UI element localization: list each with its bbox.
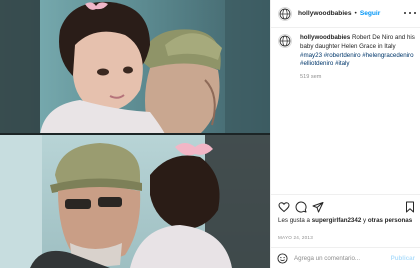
caption-username-link[interactable]: hollywoodbabies bbox=[300, 34, 350, 41]
emoji-icon[interactable] bbox=[277, 252, 288, 264]
profile-avatar[interactable] bbox=[278, 6, 292, 21]
likes-others-link[interactable]: otras personas bbox=[368, 217, 412, 224]
likes-joiner: y bbox=[363, 217, 367, 224]
likes-user-link[interactable]: supergirlfan2342 bbox=[312, 217, 362, 224]
post-date: MAYO 24, 2013 bbox=[278, 235, 313, 240]
globe-logo-icon bbox=[279, 8, 291, 19]
likes-summary: Les gusta a supergirlfan2342 y otras per… bbox=[278, 217, 418, 226]
comment-bar: Publicar bbox=[271, 247, 420, 268]
photo-bottom-art bbox=[0, 135, 270, 268]
post-side-panel: hollywoodbabies • Seguir hollywoodbabies… bbox=[270, 0, 420, 268]
more-options-icon[interactable] bbox=[404, 9, 416, 17]
caption-hashtags[interactable]: #may23 #robertdeniro #helengracedeniro #… bbox=[300, 52, 414, 68]
publish-button[interactable]: Publicar bbox=[391, 255, 415, 262]
follow-button[interactable]: Seguir bbox=[360, 10, 381, 17]
comment-input[interactable] bbox=[294, 254, 391, 262]
post-photo-top bbox=[0, 0, 270, 134]
photo-top-art bbox=[0, 0, 270, 134]
header-username-link[interactable]: hollywoodbabies bbox=[298, 10, 352, 17]
likes-prefix: Les gusta a bbox=[278, 217, 310, 224]
globe-logo-icon bbox=[279, 35, 291, 47]
header-separator: • bbox=[354, 10, 357, 17]
caption-avatar[interactable] bbox=[278, 34, 292, 48]
caption-text: hollywoodbabies Robert De Niro and his b… bbox=[300, 34, 418, 69]
caption-timestamp: 519 sem bbox=[300, 74, 322, 81]
share-icon[interactable] bbox=[312, 201, 324, 213]
action-bar bbox=[278, 201, 416, 215]
post-photo-bottom bbox=[0, 135, 270, 268]
caption-block: hollywoodbabies Robert De Niro and his b… bbox=[278, 34, 418, 80]
bookmark-icon[interactable] bbox=[404, 201, 416, 213]
comment-icon[interactable] bbox=[295, 201, 307, 213]
post-header: hollywoodbabies • Seguir bbox=[271, 0, 420, 28]
post-media[interactable] bbox=[0, 0, 270, 268]
heart-icon[interactable] bbox=[278, 201, 290, 213]
